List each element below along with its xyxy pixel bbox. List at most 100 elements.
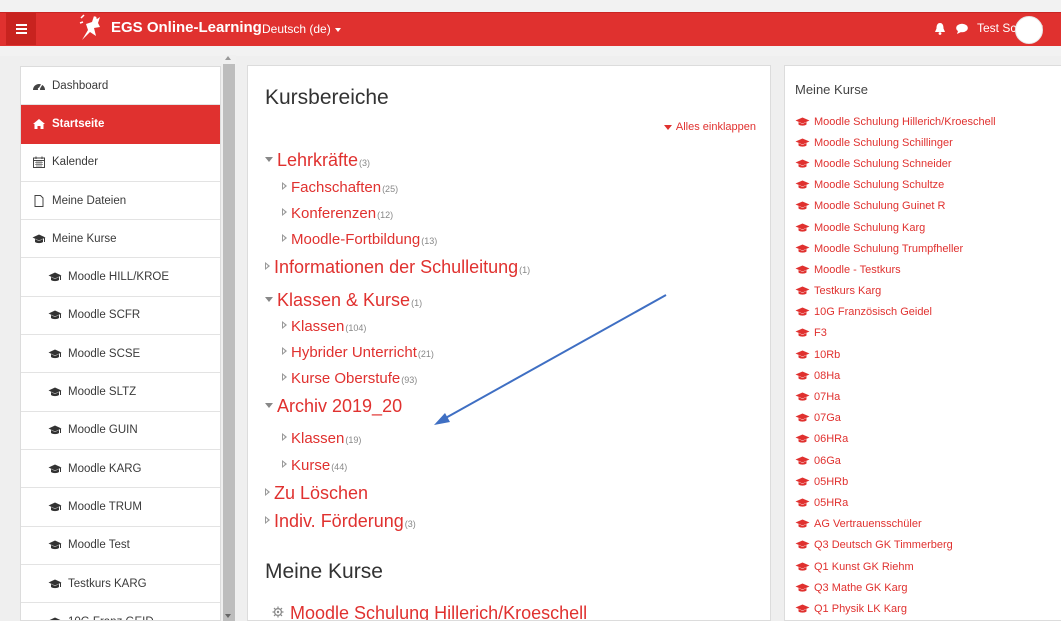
category-link[interactable]: Klassen(19) [282,430,361,447]
sidebar-item[interactable]: Moodle GUIN [21,412,220,450]
sidebar-item[interactable]: Moodle SCFR [21,297,220,336]
graduation-cap-icon [795,413,810,422]
site-name[interactable]: EGS Online-Learning [111,19,262,36]
category-link[interactable]: Informationen der Schulleitung(1) [265,257,530,278]
sidebar-item[interactable]: Moodle Test [21,527,220,565]
course-name: Q1 Physik LK Karg [814,602,907,615]
list-item[interactable]: Q1 Kunst GK Riehm [795,556,996,577]
caret-down-icon[interactable] [265,402,273,408]
caret-right-icon[interactable] [282,433,287,442]
list-item[interactable]: AG Vertrauensschüler [795,514,996,535]
category-count: (13) [421,236,438,246]
caret-right-icon[interactable] [282,321,287,330]
sidebar-item[interactable]: Moodle KARG [21,450,220,489]
caret-right-icon[interactable] [282,182,287,191]
sidebar-item-label: Meine Dateien [52,194,127,207]
scroll-down-icon[interactable] [225,614,231,618]
graduation-cap-icon [795,138,810,147]
caret-right-icon[interactable] [282,460,287,469]
list-item[interactable]: Q1 Physik LK Karg [795,598,996,619]
caret-right-icon[interactable] [282,347,287,356]
sidebar-item[interactable]: 10G Franz GEID [21,603,220,620]
category-link[interactable]: Kurse Oberstufe(93) [282,370,417,387]
sidebar-item[interactable]: Moodle HILL/KROE [21,258,220,297]
list-item[interactable]: Moodle - Testkurs [795,259,996,280]
chat-icon[interactable] [956,23,968,34]
list-item[interactable]: Moodle Schulung Schultze [795,175,996,196]
block-title: Meine Kurse [795,82,868,97]
sidebar-item-label: Moodle HILL/KROE [68,271,169,284]
list-item[interactable]: Moodle Schulung Guinet R [795,196,996,217]
page-title: Kursbereiche [265,86,389,109]
logo-icon[interactable] [78,12,102,42]
list-item[interactable]: 06Ga [795,450,996,471]
sidebar-item[interactable]: Meine Kurse [21,220,220,259]
caret-right-icon[interactable] [282,234,287,243]
list-item[interactable]: 05HRb [795,471,996,492]
graduation-cap-icon [48,616,68,620]
list-item[interactable]: 07Ga [795,408,996,429]
list-item[interactable]: Moodle Schulung Schneider [795,153,996,174]
sidebar-item[interactable]: Moodle TRUM [21,488,220,527]
list-item[interactable]: 08Ha [795,365,996,386]
list-item[interactable]: Moodle Schulung Trumpfheller [795,238,996,259]
category-link[interactable]: Moodle-Fortbildung(13) [282,231,437,248]
category-link[interactable]: Indiv. Förderung(3) [265,511,416,532]
graduation-cap-icon [48,309,68,321]
category-link[interactable]: Klassen(104) [282,318,366,335]
graduation-cap-icon [795,540,810,549]
list-item[interactable]: 07Ha [795,386,996,407]
sidebar-item[interactable]: Moodle SCSE [21,335,220,374]
sidebar-item[interactable]: Meine Dateien [21,182,220,221]
sidebar-item[interactable]: Testkurs KARG [21,565,220,604]
caret-right-icon[interactable] [282,373,287,382]
list-item[interactable]: Q3 Mathe GK Karg [795,577,996,598]
list-item[interactable]: F3 [795,323,996,344]
course-name: Moodle Schulung Schillinger [814,136,953,149]
category-link[interactable]: Zu Löschen [265,483,369,504]
bell-icon[interactable] [934,22,946,35]
calendar-icon [32,156,52,169]
sidebar-scrollbar[interactable] [222,55,236,621]
list-item[interactable]: Moodle Schulung Karg [795,217,996,238]
course-name: 07Ha [814,391,841,404]
caret-right-icon[interactable] [265,488,270,497]
caret-down-icon[interactable] [265,296,273,302]
category-link[interactable]: Kurse(44) [282,457,347,474]
category-link[interactable]: Hybrider Unterricht(21) [282,344,434,361]
sidebar-item-label: Moodle Test [68,539,130,552]
category-count: (21) [417,349,434,359]
collapse-all-link[interactable]: Alles einklappen [663,121,756,133]
list-item[interactable]: Q3 Deutsch GK Timmerberg [795,535,996,556]
list-item[interactable]: Testkurs Karg [795,281,996,302]
caret-right-icon[interactable] [282,208,287,217]
sidebar-item[interactable]: Dashboard [21,67,220,106]
sidebar-item[interactable]: Kalender [21,144,220,182]
language-menu[interactable]: Deutsch (de) [262,22,341,36]
scroll-up-icon[interactable] [225,56,231,60]
list-item[interactable]: 06HRa [795,429,996,450]
category-link[interactable]: Lehrkräfte(3) [265,150,370,171]
avatar[interactable] [1015,16,1043,44]
category-link[interactable]: Archiv 2019_20 [265,396,403,417]
list-item[interactable]: Moodle Schulung Hillerich/Kroeschell [795,111,996,132]
list-item[interactable]: 10G Französisch Geidel [795,302,996,323]
hamburger-icon[interactable] [6,13,36,45]
scroll-thumb[interactable] [223,64,235,621]
caret-down-icon[interactable] [265,156,273,162]
list-item[interactable]: 05HRa [795,492,996,513]
caret-right-icon[interactable] [265,262,270,271]
sidebar-item[interactable]: Startseite [21,105,220,144]
course-link-label: Moodle Schulung Hillerich/Kroeschell [290,603,588,621]
category-link[interactable]: Klassen & Kurse(1) [265,290,422,311]
course-link[interactable]: Moodle Schulung Hillerich/Kroeschell [272,603,588,621]
graduation-cap-icon [795,223,810,232]
caret-right-icon[interactable] [265,516,270,525]
category-link[interactable]: Fachschaften(25) [282,179,398,196]
sidebar-item-label: Moodle SCSE [68,347,141,360]
sidebar-item[interactable]: Moodle SLTZ [21,373,220,412]
course-name: 10G Französisch Geidel [814,306,932,319]
list-item[interactable]: 10Rb [795,344,996,365]
category-link[interactable]: Konferenzen(12) [282,205,393,222]
list-item[interactable]: Moodle Schulung Schillinger [795,132,996,153]
